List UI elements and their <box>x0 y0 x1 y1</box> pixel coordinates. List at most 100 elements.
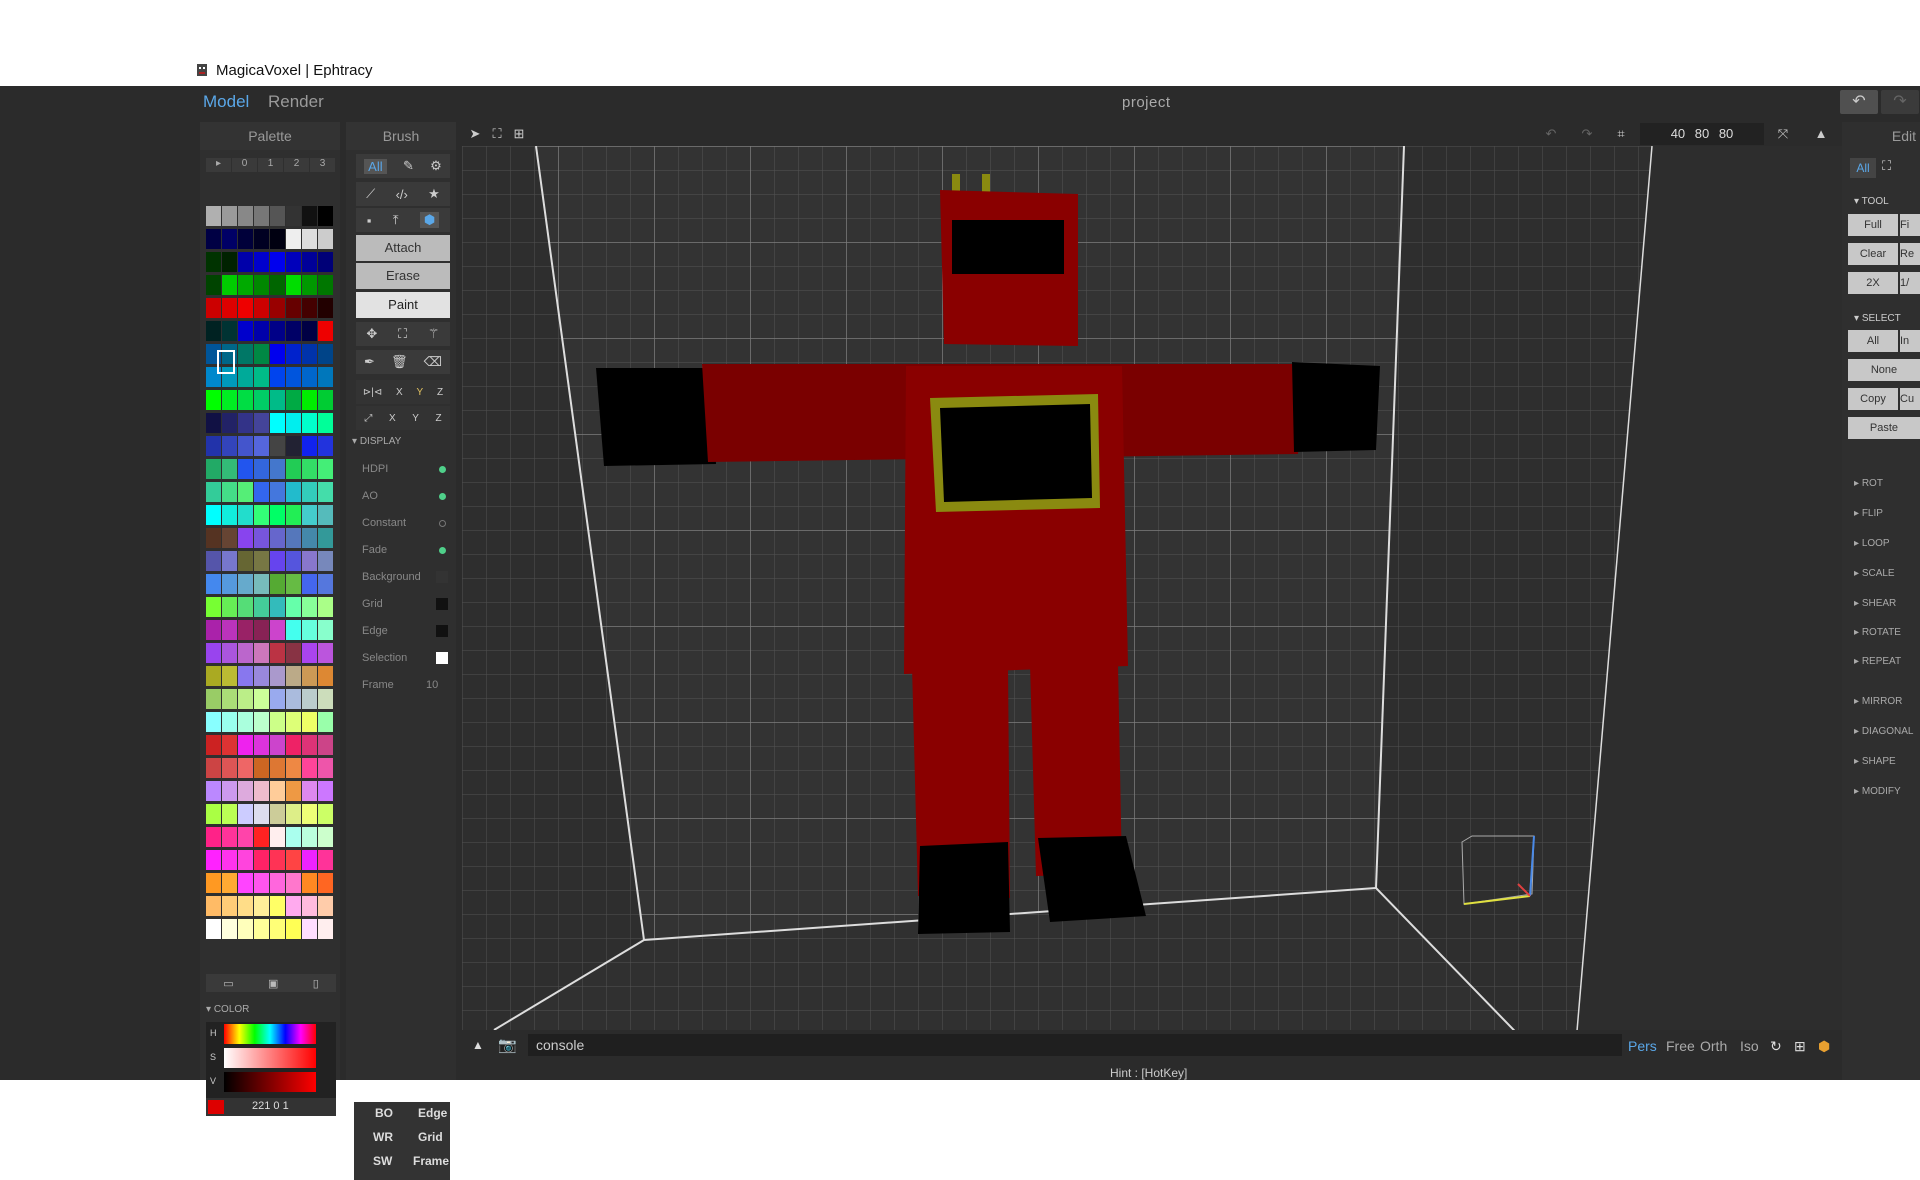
palette-swatch[interactable] <box>318 275 333 295</box>
ao-toggle[interactable] <box>439 493 446 500</box>
palette-swatch[interactable] <box>318 712 333 732</box>
palette-swatch[interactable] <box>302 390 317 410</box>
edge-color-swatch[interactable] <box>436 625 448 637</box>
palette-swatch[interactable] <box>318 735 333 755</box>
console-input[interactable]: console <box>528 1034 1622 1056</box>
palette-swatch[interactable] <box>206 873 221 893</box>
palette-swatch[interactable] <box>318 252 333 272</box>
diagonal-section[interactable]: ▸ DIAGONAL <box>1854 726 1914 737</box>
palette-swatch[interactable] <box>270 252 285 272</box>
palette-swatch[interactable] <box>254 574 269 594</box>
repeat-section[interactable]: ▸ REPEAT <box>1854 656 1901 667</box>
palette-swatch[interactable] <box>254 850 269 870</box>
viewport-undo-icon[interactable]: ↶ <box>1542 126 1560 142</box>
palette-swatch[interactable] <box>238 344 253 364</box>
palette-swatch[interactable] <box>286 367 301 387</box>
palette-swatch[interactable] <box>254 758 269 778</box>
palette-swatch[interactable] <box>270 367 285 387</box>
palette-swatch[interactable] <box>206 413 221 433</box>
palette-swatch[interactable] <box>238 367 253 387</box>
palette-swatch[interactable] <box>206 919 221 939</box>
scale-section[interactable]: ▸ SCALE <box>1854 568 1895 579</box>
palette-swatch[interactable] <box>206 643 221 663</box>
palette-swatch[interactable] <box>206 528 221 548</box>
palette-swatch[interactable] <box>270 873 285 893</box>
palette-swatch[interactable] <box>254 413 269 433</box>
palette-swatch[interactable] <box>270 298 285 318</box>
frame-toggle[interactable]: Frame <box>413 1154 449 1168</box>
palette-swatch[interactable] <box>302 551 317 571</box>
color-section-label[interactable]: ▾ COLOR <box>206 1004 249 1015</box>
clear-button[interactable]: Clear <box>1848 243 1898 265</box>
palette-swatch[interactable] <box>238 804 253 824</box>
palette-swatch[interactable] <box>254 781 269 801</box>
palette-swatch[interactable] <box>270 804 285 824</box>
palette-swatch[interactable] <box>270 689 285 709</box>
palette-swatch[interactable] <box>206 229 221 249</box>
palette-swatch[interactable] <box>286 827 301 847</box>
palette-swatch[interactable] <box>270 735 285 755</box>
palette-swatch[interactable] <box>270 390 285 410</box>
palette-swatch[interactable] <box>286 390 301 410</box>
palette-swatch[interactable] <box>206 850 221 870</box>
palette-swatch[interactable] <box>302 505 317 525</box>
palette-swatch[interactable] <box>222 666 237 686</box>
palette-swatch[interactable] <box>222 597 237 617</box>
palette-swatch[interactable] <box>254 252 269 272</box>
hue-slider[interactable] <box>224 1024 316 1044</box>
axis-z[interactable]: Z <box>436 413 442 424</box>
select-all-button[interactable]: All <box>1848 330 1898 352</box>
value-slider[interactable] <box>224 1072 316 1092</box>
palette-swatch[interactable] <box>302 896 317 916</box>
palette-tab-arrow[interactable]: ▸ <box>206 158 231 172</box>
palette-swatch[interactable] <box>222 298 237 318</box>
edit-filter-all[interactable]: All <box>1850 158 1876 178</box>
tab-render[interactable]: Render <box>268 92 324 112</box>
palette-swatch[interactable] <box>302 206 317 226</box>
palette-swatch[interactable] <box>286 252 301 272</box>
layout-icon[interactable]: ⊞ <box>1794 1038 1806 1055</box>
palette-swatch[interactable] <box>254 689 269 709</box>
palette-swatch[interactable] <box>286 850 301 870</box>
palette-swatch[interactable] <box>286 275 301 295</box>
palette-swatch[interactable] <box>222 620 237 640</box>
palette-tab-0[interactable]: 0 <box>232 158 257 172</box>
palette-swatch[interactable] <box>222 712 237 732</box>
palette-swatch[interactable] <box>270 850 285 870</box>
palette-swatch[interactable] <box>270 321 285 341</box>
cursor-icon[interactable]: ➤ <box>466 126 484 142</box>
palette-swatch[interactable] <box>206 781 221 801</box>
axis-y[interactable]: Y <box>412 413 419 424</box>
palette-swatch[interactable] <box>254 919 269 939</box>
palette-swatch[interactable] <box>238 620 253 640</box>
erase-mode-button[interactable]: Erase <box>356 263 450 289</box>
palette-swatch[interactable] <box>302 275 317 295</box>
palette-swatch[interactable] <box>206 482 221 502</box>
palette-swatch[interactable] <box>238 781 253 801</box>
palette-swatch[interactable] <box>222 551 237 571</box>
color-value-text[interactable]: 221 0 1 <box>252 1100 289 1112</box>
palette-swatch[interactable] <box>286 781 301 801</box>
undo-button[interactable]: ↶ <box>1840 90 1878 114</box>
palette-swatch[interactable] <box>302 298 317 318</box>
palette-swatch[interactable] <box>270 505 285 525</box>
palette-swatch[interactable] <box>270 436 285 456</box>
palette-swatch[interactable] <box>286 919 301 939</box>
palette-swatch[interactable] <box>222 459 237 479</box>
palette-swatch[interactable] <box>222 850 237 870</box>
palette-swatch[interactable] <box>206 390 221 410</box>
palette-swatch[interactable] <box>270 919 285 939</box>
palette-swatch[interactable] <box>206 252 221 272</box>
palette-swatch[interactable] <box>238 436 253 456</box>
palette-swatch[interactable] <box>254 275 269 295</box>
mirror-x[interactable]: X <box>396 387 403 398</box>
palette-swatch[interactable] <box>286 551 301 571</box>
cut-button[interactable]: Cu <box>1900 388 1920 410</box>
palette-swatch[interactable] <box>286 643 301 663</box>
palette-swatch[interactable] <box>238 919 253 939</box>
tool-button-right-1[interactable]: Fi <box>1900 214 1920 236</box>
palette-swatch[interactable] <box>254 344 269 364</box>
selection-color-swatch[interactable] <box>436 652 448 664</box>
palette-swatch[interactable] <box>318 367 333 387</box>
palette-swatch[interactable] <box>318 551 333 571</box>
